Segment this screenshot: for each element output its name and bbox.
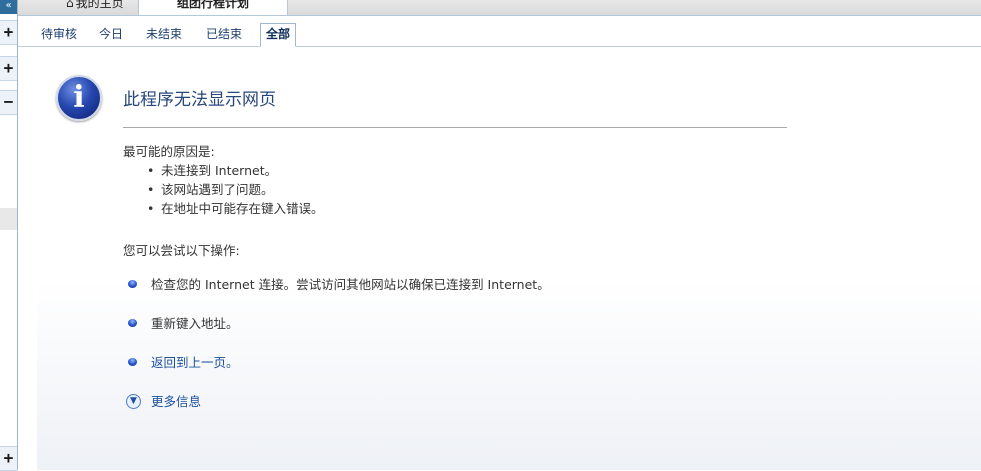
sidebar-selected-band bbox=[0, 208, 17, 230]
reasons-list: • 未连接到 Internet。 • 该网站遇到了问题。 • 在地址中可能存在键入错误… bbox=[147, 161, 324, 218]
try-heading: 您可以尝试以下操作: bbox=[123, 243, 240, 258]
collapse-button[interactable]: − bbox=[0, 90, 17, 115]
expand-button-1[interactable]: + bbox=[0, 20, 17, 45]
list-item: • 未连接到 Internet。 bbox=[147, 163, 278, 178]
chevron-down-icon[interactable]: ▼ bbox=[126, 394, 141, 409]
page-title: 此程序无法显示网页 bbox=[123, 90, 276, 110]
error-page: i 此程序无法显示网页 最可能的原因是: • 未连接到 Internet。 • 该网… bbox=[37, 48, 981, 470]
tab-pending-review[interactable]: 待审核 bbox=[36, 24, 82, 44]
tab-group-itinerary[interactable]: 组团行程计划 bbox=[138, 0, 288, 15]
more-info-link[interactable]: 更多信息 bbox=[151, 393, 201, 411]
left-sidebar: « + + − + bbox=[0, 0, 18, 471]
expand-button-3[interactable]: + bbox=[0, 446, 17, 471]
list-item: • 该网站遇到了问题。 bbox=[147, 182, 274, 197]
list-item: • 在地址中可能存在键入错误。 bbox=[147, 201, 324, 216]
top-tab-bar: ⌂ 我的主页 组团行程计划 bbox=[18, 0, 981, 16]
tab-home-label: 我的主页 bbox=[75, 0, 124, 10]
bullet-icon bbox=[128, 358, 137, 366]
tab-home[interactable]: ⌂ 我的主页 bbox=[56, 0, 134, 15]
bullet-icon bbox=[128, 319, 137, 327]
go-back-link[interactable]: 返回到上一页。 bbox=[151, 354, 239, 372]
sub-tab-bar: 待审核 今日 未结束 已结束 全部 bbox=[18, 16, 981, 47]
home-icon: ⌂ bbox=[66, 0, 74, 10]
divider bbox=[123, 127, 787, 128]
tab-unfinished[interactable]: 未结束 bbox=[141, 24, 187, 44]
bullet-icon bbox=[128, 280, 137, 288]
expand-button-2[interactable]: + bbox=[0, 56, 17, 81]
action-text: 检查您的 Internet 连接。尝试访问其他网站以确保已连接到 Interne… bbox=[151, 277, 550, 292]
tab-finished[interactable]: 已结束 bbox=[201, 24, 247, 44]
collapse-icon[interactable]: « bbox=[0, 0, 17, 14]
action-text: 重新键入地址。 bbox=[151, 316, 239, 331]
reasons-heading: 最可能的原因是: bbox=[123, 144, 215, 159]
info-icon: i bbox=[56, 75, 102, 121]
tab-all[interactable]: 全部 bbox=[260, 23, 297, 47]
tab-today[interactable]: 今日 bbox=[94, 24, 128, 44]
